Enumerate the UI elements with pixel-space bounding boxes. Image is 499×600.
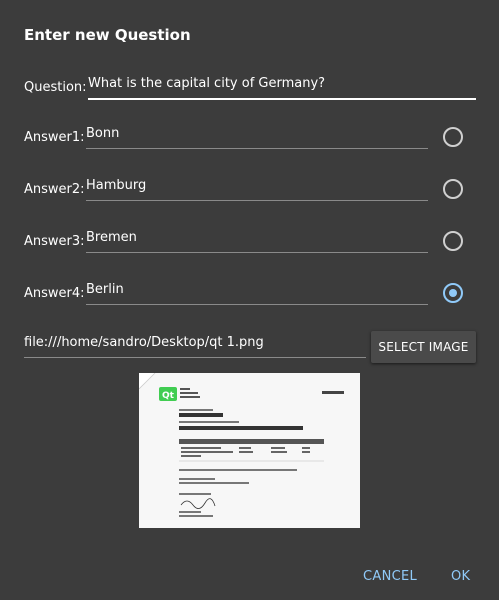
certificate-thumbnail: Qt: [139, 373, 360, 528]
answer3-label: Answer3:: [24, 234, 85, 249]
answer4-radio[interactable]: [443, 283, 463, 303]
answer3-radio[interactable]: [443, 231, 463, 251]
image-path-value: file:///home/sandro/Desktop/qt 1.png: [24, 335, 264, 350]
answer2-input-value: Hamburg: [86, 178, 147, 193]
answer2-radio[interactable]: [443, 179, 463, 199]
question-input-value: What is the capital city of Germany?: [88, 76, 326, 91]
cancel-button[interactable]: CANCEL: [363, 569, 417, 584]
answer2-input[interactable]: Hamburg: [86, 178, 428, 201]
answer4-input[interactable]: Berlin: [86, 282, 428, 305]
question-input[interactable]: What is the capital city of Germany?: [88, 76, 476, 100]
image-path-input[interactable]: file:///home/sandro/Desktop/qt 1.png: [24, 335, 366, 358]
answer1-label: Answer1:: [24, 130, 85, 145]
select-image-button[interactable]: SELECT IMAGE: [371, 331, 476, 363]
answer1-input[interactable]: Bonn: [86, 126, 428, 149]
answer4-input-value: Berlin: [86, 282, 124, 297]
answer2-label: Answer2:: [24, 182, 85, 197]
ok-button[interactable]: OK: [451, 569, 470, 584]
question-label: Question:: [24, 80, 87, 95]
answer1-input-value: Bonn: [86, 126, 120, 141]
answer4-label: Answer4:: [24, 286, 85, 301]
image-preview: Qt: [139, 373, 360, 528]
svg-text:Qt: Qt: [162, 391, 175, 401]
answer3-input-value: Bremen: [86, 230, 137, 245]
dialog-title: Enter new Question: [24, 26, 191, 44]
answer1-radio[interactable]: [443, 127, 463, 147]
answer3-input[interactable]: Bremen: [86, 230, 428, 253]
